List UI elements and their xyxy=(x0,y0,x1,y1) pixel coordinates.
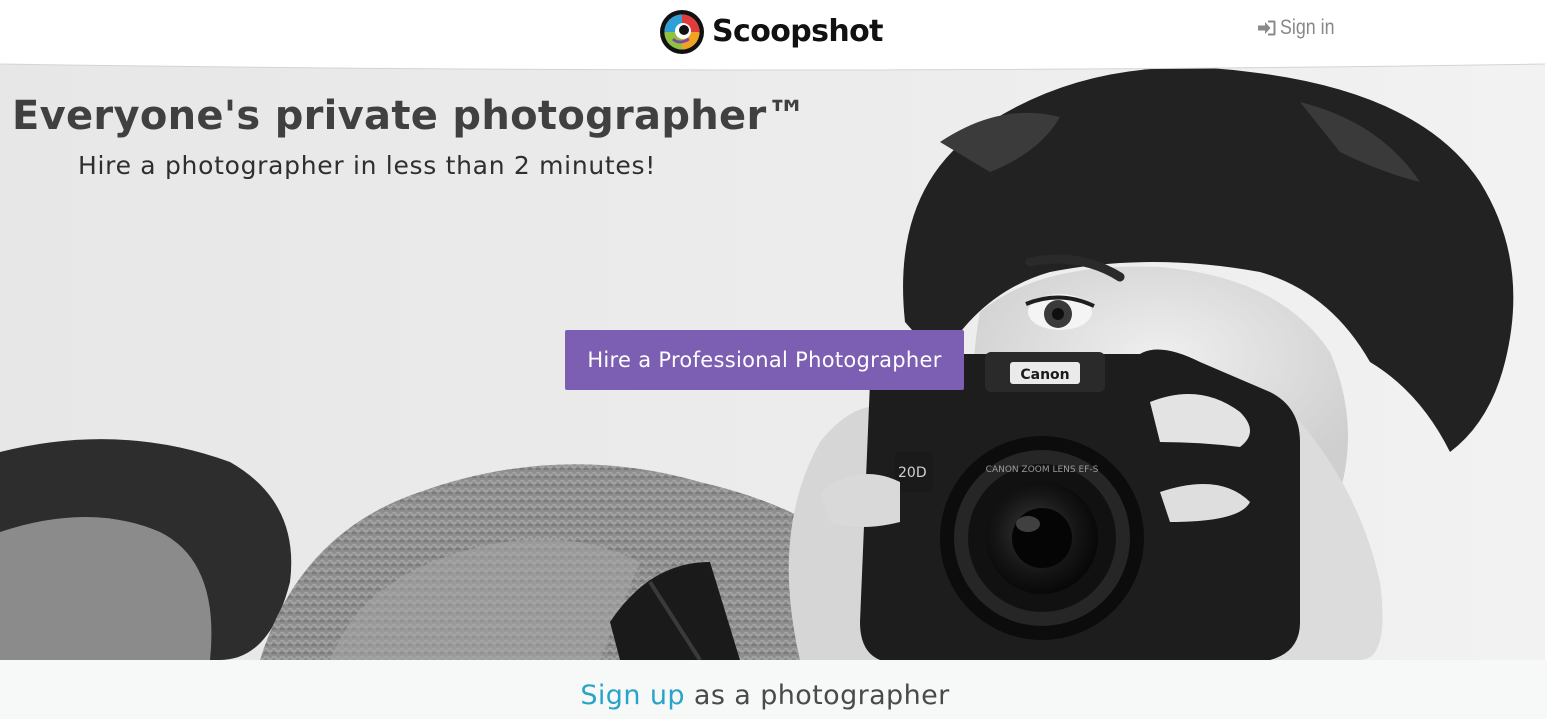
brand-link[interactable]: Scoopshot xyxy=(659,8,883,56)
signup-suffix: as a photographer xyxy=(684,680,950,711)
top-header: Scoopshot Sign in xyxy=(0,0,1547,62)
sign-in-label: Sign in xyxy=(1280,16,1335,39)
hero-subtitle: Hire a photographer in less than 2 minut… xyxy=(78,151,656,180)
camera-brand-text: Canon xyxy=(1020,367,1069,383)
hero-title: Everyone's private photographer™ xyxy=(12,93,807,139)
camera-body-marking: 20D xyxy=(898,465,927,481)
scoopshot-logo-icon xyxy=(660,10,704,54)
sign-in-link[interactable]: Sign in xyxy=(1257,12,1344,44)
lens-marking: CANON ZOOM LENS EF-S xyxy=(986,465,1099,475)
signup-line: Sign up as a photographer xyxy=(0,678,1530,714)
sign-up-link[interactable]: Sign up xyxy=(580,680,685,711)
hire-photographer-button[interactable]: Hire a Professional Photographer xyxy=(565,330,964,390)
sign-in-icon xyxy=(1258,20,1276,36)
brand-name: Scoopshot xyxy=(712,14,883,49)
hero-section: Canon 20D CANON ZOOM LENS EF-S Everyone'… xyxy=(0,62,1547,660)
signup-band: Sign up as a photographer xyxy=(0,660,1547,719)
page: Scoopshot Sign in Canon 20D CANON ZOOM L… xyxy=(0,0,1547,719)
header-curve xyxy=(0,62,1547,71)
